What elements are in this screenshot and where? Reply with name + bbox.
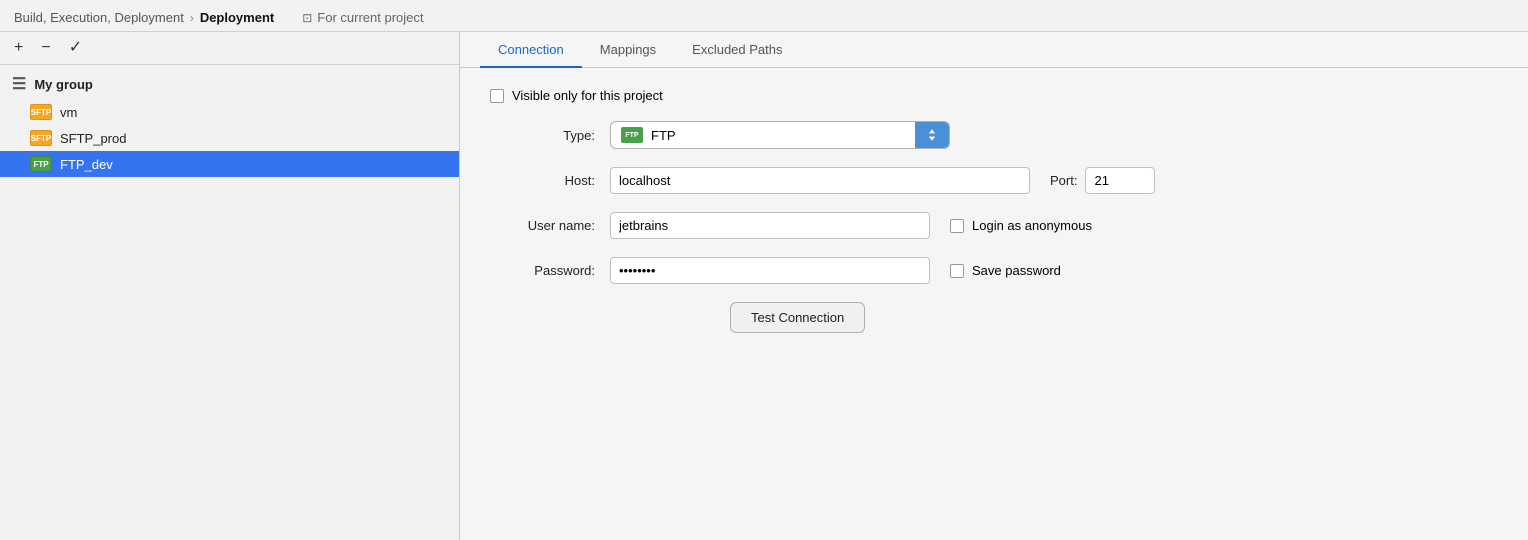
group-label: My group [34, 77, 93, 92]
add-button[interactable]: + [10, 38, 27, 58]
sidebar-item-sftp-prod-label: SFTP_prod [60, 131, 126, 146]
login-anonymous-label: Login as anonymous [972, 218, 1092, 233]
password-label: Password: [490, 263, 610, 278]
type-dropdown[interactable]: FTP FTP [610, 121, 950, 149]
save-password-group: Save password [950, 263, 1061, 278]
breadcrumb-parent: Build, Execution, Deployment [14, 10, 184, 25]
type-value: FTP [651, 128, 676, 143]
sftp-icon-vm: SFTP [30, 104, 52, 120]
tree-group: ☰ My group [0, 69, 459, 99]
sidebar-item-vm[interactable]: SFTP vm [0, 99, 459, 125]
for-project-label: For current project [317, 10, 423, 25]
sidebar: + − ✓ ☰ My group SFTP vm SFTP SFTP_ [0, 32, 460, 540]
for-project-icon: ⊡ [302, 11, 312, 25]
updown-arrow-icon [926, 127, 938, 143]
port-group: Port: [1050, 167, 1155, 194]
username-input[interactable] [610, 212, 930, 239]
sidebar-item-ftp-dev[interactable]: FTP FTP_dev [0, 151, 459, 177]
tab-excluded-paths[interactable]: Excluded Paths [674, 32, 800, 68]
ftp-icon-dev: FTP [30, 156, 52, 172]
for-project: ⊡ For current project [302, 10, 423, 25]
visible-only-checkbox[interactable] [490, 89, 504, 103]
tab-connection[interactable]: Connection [480, 32, 582, 68]
save-password-checkbox[interactable] [950, 264, 964, 278]
sidebar-item-vm-label: vm [60, 105, 77, 120]
visible-only-label: Visible only for this project [512, 88, 663, 103]
sidebar-tree: ☰ My group SFTP vm SFTP SFTP_prod FTP FT… [0, 65, 459, 540]
type-row: Type: FTP FTP [490, 121, 1498, 149]
check-button[interactable]: ✓ [65, 38, 86, 58]
group-icon: ☰ [12, 74, 26, 94]
main-content: + − ✓ ☰ My group SFTP vm SFTP SFTP_ [0, 32, 1528, 540]
port-input[interactable] [1085, 167, 1155, 194]
login-anonymous-checkbox[interactable] [950, 219, 964, 233]
type-label: Type: [490, 128, 610, 143]
app-window: Build, Execution, Deployment › Deploymen… [0, 0, 1528, 540]
form-area: Visible only for this project Type: FTP … [460, 68, 1528, 353]
username-label: User name: [490, 218, 610, 233]
host-row: Host: Port: [490, 167, 1498, 194]
visible-only-row: Visible only for this project [490, 88, 1498, 103]
username-row: User name: Login as anonymous [490, 212, 1498, 239]
type-dropdown-arrow[interactable] [915, 122, 949, 148]
sftp-icon-prod: SFTP [30, 130, 52, 146]
test-connection-wrapper: Test Connection [490, 302, 1498, 333]
login-anonymous-group: Login as anonymous [950, 218, 1092, 233]
port-label: Port: [1050, 173, 1077, 188]
breadcrumb: Build, Execution, Deployment › Deploymen… [14, 10, 274, 25]
tab-mappings[interactable]: Mappings [582, 32, 674, 68]
sidebar-item-ftp-dev-label: FTP_dev [60, 157, 113, 172]
host-input[interactable] [610, 167, 1030, 194]
tabs: Connection Mappings Excluded Paths [460, 32, 1528, 68]
password-input[interactable] [610, 257, 930, 284]
right-panel: Connection Mappings Excluded Paths Visib… [460, 32, 1528, 540]
password-row: Password: Save password [490, 257, 1498, 284]
sidebar-toolbar: + − ✓ [0, 32, 459, 65]
breadcrumb-current: Deployment [200, 10, 274, 25]
header: Build, Execution, Deployment › Deploymen… [0, 0, 1528, 32]
save-password-label: Save password [972, 263, 1061, 278]
breadcrumb-separator: › [190, 11, 194, 25]
test-connection-button[interactable]: Test Connection [730, 302, 865, 333]
ftp-type-icon: FTP [621, 127, 643, 143]
remove-button[interactable]: − [37, 38, 54, 58]
sidebar-item-sftp-prod[interactable]: SFTP SFTP_prod [0, 125, 459, 151]
host-label: Host: [490, 173, 610, 188]
